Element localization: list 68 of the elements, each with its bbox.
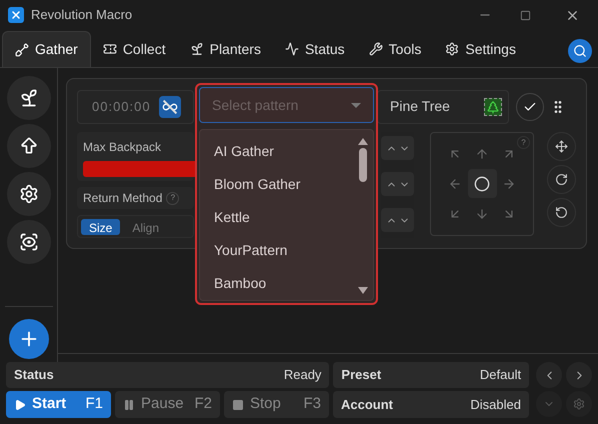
pattern-option[interactable]: AI Gather bbox=[214, 135, 300, 168]
return-method-label: Return Method bbox=[83, 190, 162, 207]
caret-icon bbox=[351, 102, 361, 108]
account-label: Account bbox=[341, 396, 393, 414]
account-value: Disabled bbox=[470, 396, 521, 414]
tab[interactable]: Tools bbox=[356, 31, 434, 67]
move-icon bbox=[555, 140, 568, 153]
preset-value: Default bbox=[480, 366, 522, 384]
maximize-icon[interactable] bbox=[520, 10, 531, 20]
eye-scan-icon bbox=[18, 232, 38, 252]
tab[interactable]: Status bbox=[272, 31, 357, 67]
pause-icon bbox=[123, 398, 135, 410]
sidebar-button[interactable] bbox=[6, 76, 50, 120]
shovel-icon bbox=[15, 42, 29, 56]
scrollbar[interactable] bbox=[358, 138, 368, 294]
ticket-icon bbox=[102, 42, 117, 56]
add-button[interactable] bbox=[8, 319, 48, 359]
pine-tree-icon bbox=[484, 98, 502, 116]
pulse-icon bbox=[284, 42, 299, 56]
status-value: Ready bbox=[284, 366, 322, 384]
pattern-option[interactable]: Bloom Gather bbox=[214, 168, 300, 201]
infinite-loop-toggle[interactable] bbox=[158, 96, 181, 118]
confirm-button[interactable] bbox=[516, 92, 544, 120]
pattern-option[interactable]: Bamboo bbox=[214, 267, 300, 300]
macro-control-button[interactable]: Stop F3 bbox=[224, 391, 329, 418]
settings-icon bbox=[445, 42, 460, 56]
play-icon bbox=[14, 398, 26, 410]
pattern-option[interactable]: Kettle bbox=[214, 201, 300, 234]
preset-label: Preset bbox=[341, 366, 382, 384]
round-button[interactable] bbox=[547, 198, 576, 227]
status-label: Status bbox=[14, 366, 54, 384]
app-logo-icon bbox=[8, 7, 24, 23]
search-button[interactable] bbox=[568, 39, 592, 63]
pattern-option[interactable]: YourPattern bbox=[214, 234, 300, 267]
field-select[interactable]: Pine Tree bbox=[377, 90, 509, 124]
arrow-up-icon bbox=[18, 136, 38, 156]
stop-icon bbox=[232, 398, 244, 410]
tab[interactable]: Collect bbox=[90, 31, 178, 67]
rotate-left-icon bbox=[555, 206, 568, 219]
stepper[interactable] bbox=[381, 136, 414, 160]
sidebar-button[interactable] bbox=[6, 172, 50, 216]
sprout-icon bbox=[190, 42, 204, 56]
circle-icon bbox=[474, 176, 490, 192]
help-icon[interactable]: ? bbox=[517, 136, 530, 149]
settings-icon bbox=[573, 398, 585, 410]
sidebar-button[interactable] bbox=[6, 220, 50, 264]
stepper[interactable] bbox=[381, 208, 414, 232]
round-button[interactable] bbox=[547, 132, 576, 161]
settings-icon bbox=[18, 184, 38, 204]
macro-control-button[interactable]: Pause F2 bbox=[115, 391, 220, 418]
tab[interactable]: Settings bbox=[433, 31, 528, 67]
wrench-icon bbox=[368, 42, 383, 56]
infinity-off-icon bbox=[162, 98, 178, 114]
sidebar-button[interactable] bbox=[6, 124, 50, 168]
tab[interactable]: Planters bbox=[178, 31, 273, 67]
center-button[interactable] bbox=[468, 169, 496, 198]
search-icon bbox=[573, 44, 587, 58]
tab[interactable]: Gather bbox=[2, 31, 91, 67]
round-button[interactable] bbox=[547, 165, 576, 194]
help-icon[interactable]: ? bbox=[166, 192, 180, 204]
stepper[interactable] bbox=[381, 172, 414, 196]
settings-button[interactable] bbox=[566, 391, 592, 417]
segment-option[interactable]: Size bbox=[81, 218, 120, 234]
macro-control-button[interactable]: Start F1 bbox=[6, 391, 111, 418]
rotate-right-icon bbox=[555, 173, 568, 186]
backpack-label: Max Backpack bbox=[83, 139, 162, 156]
sprout-icon bbox=[18, 88, 38, 108]
window-title: Revolution Macro bbox=[31, 6, 132, 24]
